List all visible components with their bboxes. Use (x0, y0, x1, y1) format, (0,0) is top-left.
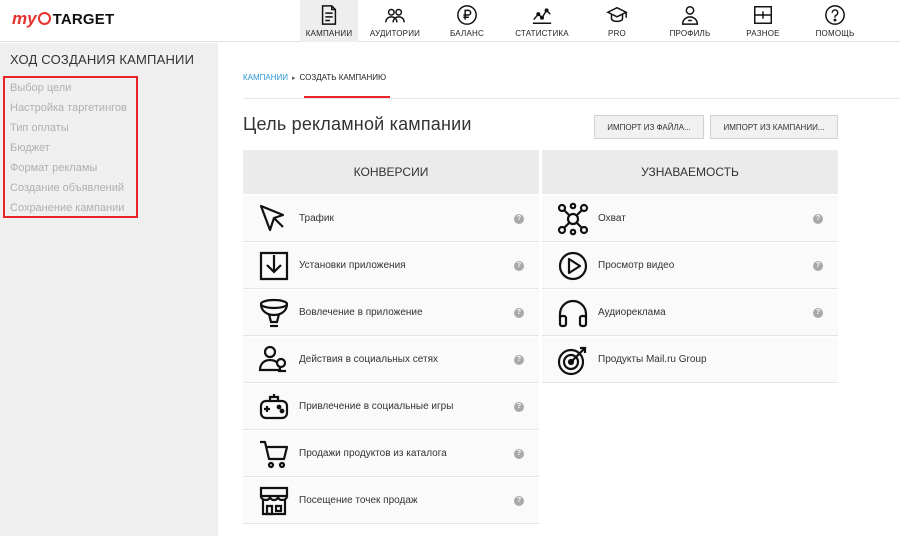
nav-balance[interactable]: БАЛАНС (432, 0, 502, 42)
nav-label: ПРОФИЛЬ (669, 29, 711, 38)
goal-catalog-sales[interactable]: Продажи продуктов из каталога ? (243, 431, 539, 477)
goal-app-engagement[interactable]: Вовлечение в приложение ? (243, 290, 539, 336)
goal-label: Просмотр видео (598, 260, 675, 271)
logo-my: my (12, 9, 37, 28)
step-budget: Бюджет (10, 142, 50, 154)
nav-label: ПОМОЩЬ (815, 29, 855, 38)
help-tooltip-icon[interactable]: ? (514, 495, 524, 506)
nav-label: СТАТИСТИКА (515, 29, 569, 38)
nav-misc[interactable]: РАЗНОЕ (728, 0, 798, 42)
help-tooltip-icon[interactable]: ? (514, 354, 524, 365)
import-from-file-button[interactable]: ИМПОРТ ИЗ ФАЙЛА... (594, 115, 704, 139)
goal-label: Действия в социальных сетях (299, 354, 438, 365)
cart-icon (260, 440, 289, 468)
nav-statistics[interactable]: СТАТИСТИКА (502, 0, 582, 42)
reach-icon (557, 202, 589, 235)
step-payment-type: Тип оплаты (10, 122, 69, 134)
help-tooltip-icon[interactable]: ? (514, 260, 524, 271)
goal-label: Вовлечение в приложение (299, 307, 423, 318)
logo-target-ring-icon (37, 11, 51, 25)
step-save-campaign: Сохранение кампании (10, 202, 125, 214)
play-icon (558, 251, 588, 280)
headphones-icon (558, 299, 588, 327)
nav-label: БАЛАНС (450, 29, 484, 38)
header-divider (243, 98, 900, 99)
misc-icon (754, 6, 772, 24)
breadcrumb: КАМПАНИИ ▸ СОЗДАТЬ КАМПАНИЮ (243, 73, 386, 82)
ruble-icon (457, 5, 477, 25)
target-icon (557, 346, 587, 375)
help-tooltip-icon[interactable]: ? (514, 401, 524, 412)
goal-label: Аудиореклама (598, 307, 666, 318)
sidebar: ХОД СОЗДАНИЯ КАМПАНИИ Выбор цели Настрой… (0, 43, 218, 536)
profile-icon (681, 6, 699, 25)
audience-icon (385, 8, 405, 23)
help-tooltip-icon[interactable]: ? (813, 307, 823, 318)
social-actions-icon (258, 345, 287, 372)
awareness-header: УЗНАВАЕМОСТЬ (542, 150, 838, 194)
goal-label: Продукты Mail.ru Group (598, 354, 707, 365)
goal-video-views[interactable]: Просмотр видео ? (542, 243, 838, 289)
sidebar-title: ХОД СОЗДАНИЯ КАМПАНИИ (10, 52, 195, 67)
nav-label: АУДИТОРИИ (369, 29, 421, 38)
help-tooltip-icon[interactable]: ? (514, 213, 524, 224)
goal-label: Трафик (299, 213, 334, 224)
breadcrumb-separator: ▸ (292, 74, 296, 82)
main-content: КАМПАНИИ ▸ СОЗДАТЬ КАМПАНИЮ Цель рекламн… (218, 43, 900, 536)
funnel-icon (259, 298, 289, 327)
goal-label: Привлечение в социальные игры (299, 401, 454, 412)
chart-icon (532, 8, 552, 24)
help-icon (825, 5, 845, 25)
nav-campaigns[interactable]: КАМПАНИИ (300, 0, 358, 42)
conversions-header: КОНВЕРСИИ (243, 150, 539, 194)
gamepad-icon (259, 393, 289, 419)
step-ad-format: Формат рекламы (10, 162, 98, 174)
nav-label: РАЗНОЕ (746, 29, 780, 38)
breadcrumb-current: СОЗДАТЬ КАМПАНИЮ (299, 73, 387, 82)
help-tooltip-icon[interactable]: ? (813, 213, 823, 224)
help-tooltip-icon[interactable]: ? (514, 448, 524, 459)
step-create-ads: Создание объявлений (10, 182, 125, 194)
goal-label: Продажи продуктов из каталога (299, 448, 447, 459)
nav-help[interactable]: ПОМОЩЬ (798, 0, 872, 42)
goal-audio-ads[interactable]: Аудиореклама ? (542, 290, 838, 336)
goal-mailru-products[interactable]: Продукты Mail.ru Group (542, 337, 838, 383)
goal-label: Посещение точек продаж (299, 495, 418, 506)
nav-pro[interactable]: PRO (582, 0, 652, 42)
main-nav: КАМПАНИИ АУДИТОРИИ БАЛАНС СТАТИСТИКА PRO… (300, 0, 872, 42)
import-from-campaign-button[interactable]: ИМПОРТ ИЗ КАМПАНИИ... (710, 115, 838, 139)
nav-label: PRO (608, 29, 626, 38)
cursor-icon (259, 204, 285, 231)
download-box-icon (259, 251, 289, 280)
goal-label: Установки приложения (299, 260, 406, 271)
page-title: Цель рекламной кампании (243, 114, 472, 134)
top-bar: my TARGET КАМПАНИИ АУДИТОРИИ БАЛАНС СТАТ… (0, 0, 900, 42)
goal-traffic[interactable]: Трафик ? (243, 196, 539, 242)
nav-profile[interactable]: ПРОФИЛЬ (652, 0, 728, 42)
step-targeting: Настройка таргетингов (10, 102, 127, 114)
breadcrumb-campaigns-link[interactable]: КАМПАНИИ (243, 73, 288, 82)
store-icon (259, 486, 289, 515)
goal-app-installs[interactable]: Установки приложения ? (243, 243, 539, 289)
goal-label: Охват (598, 213, 626, 224)
graduation-cap-icon (606, 6, 628, 23)
logo-target: TARGET (52, 10, 115, 28)
help-tooltip-icon[interactable]: ? (813, 260, 823, 271)
nav-audiences[interactable]: АУДИТОРИИ (358, 0, 432, 42)
nav-label: КАМПАНИИ (305, 29, 353, 38)
goal-reach[interactable]: Охват ? (542, 196, 838, 242)
campaign-steps-list: Выбор цели Настройка таргетингов Тип опл… (3, 76, 138, 218)
goal-social-actions[interactable]: Действия в социальных сетях ? (243, 337, 539, 383)
step-goal: Выбор цели (10, 82, 72, 94)
mytarget-logo[interactable]: my TARGET (12, 8, 114, 30)
document-icon (321, 5, 337, 25)
goal-social-games[interactable]: Привлечение в социальные игры ? (243, 384, 539, 430)
goal-store-visits[interactable]: Посещение точек продаж ? (243, 478, 539, 524)
help-tooltip-icon[interactable]: ? (514, 307, 524, 318)
